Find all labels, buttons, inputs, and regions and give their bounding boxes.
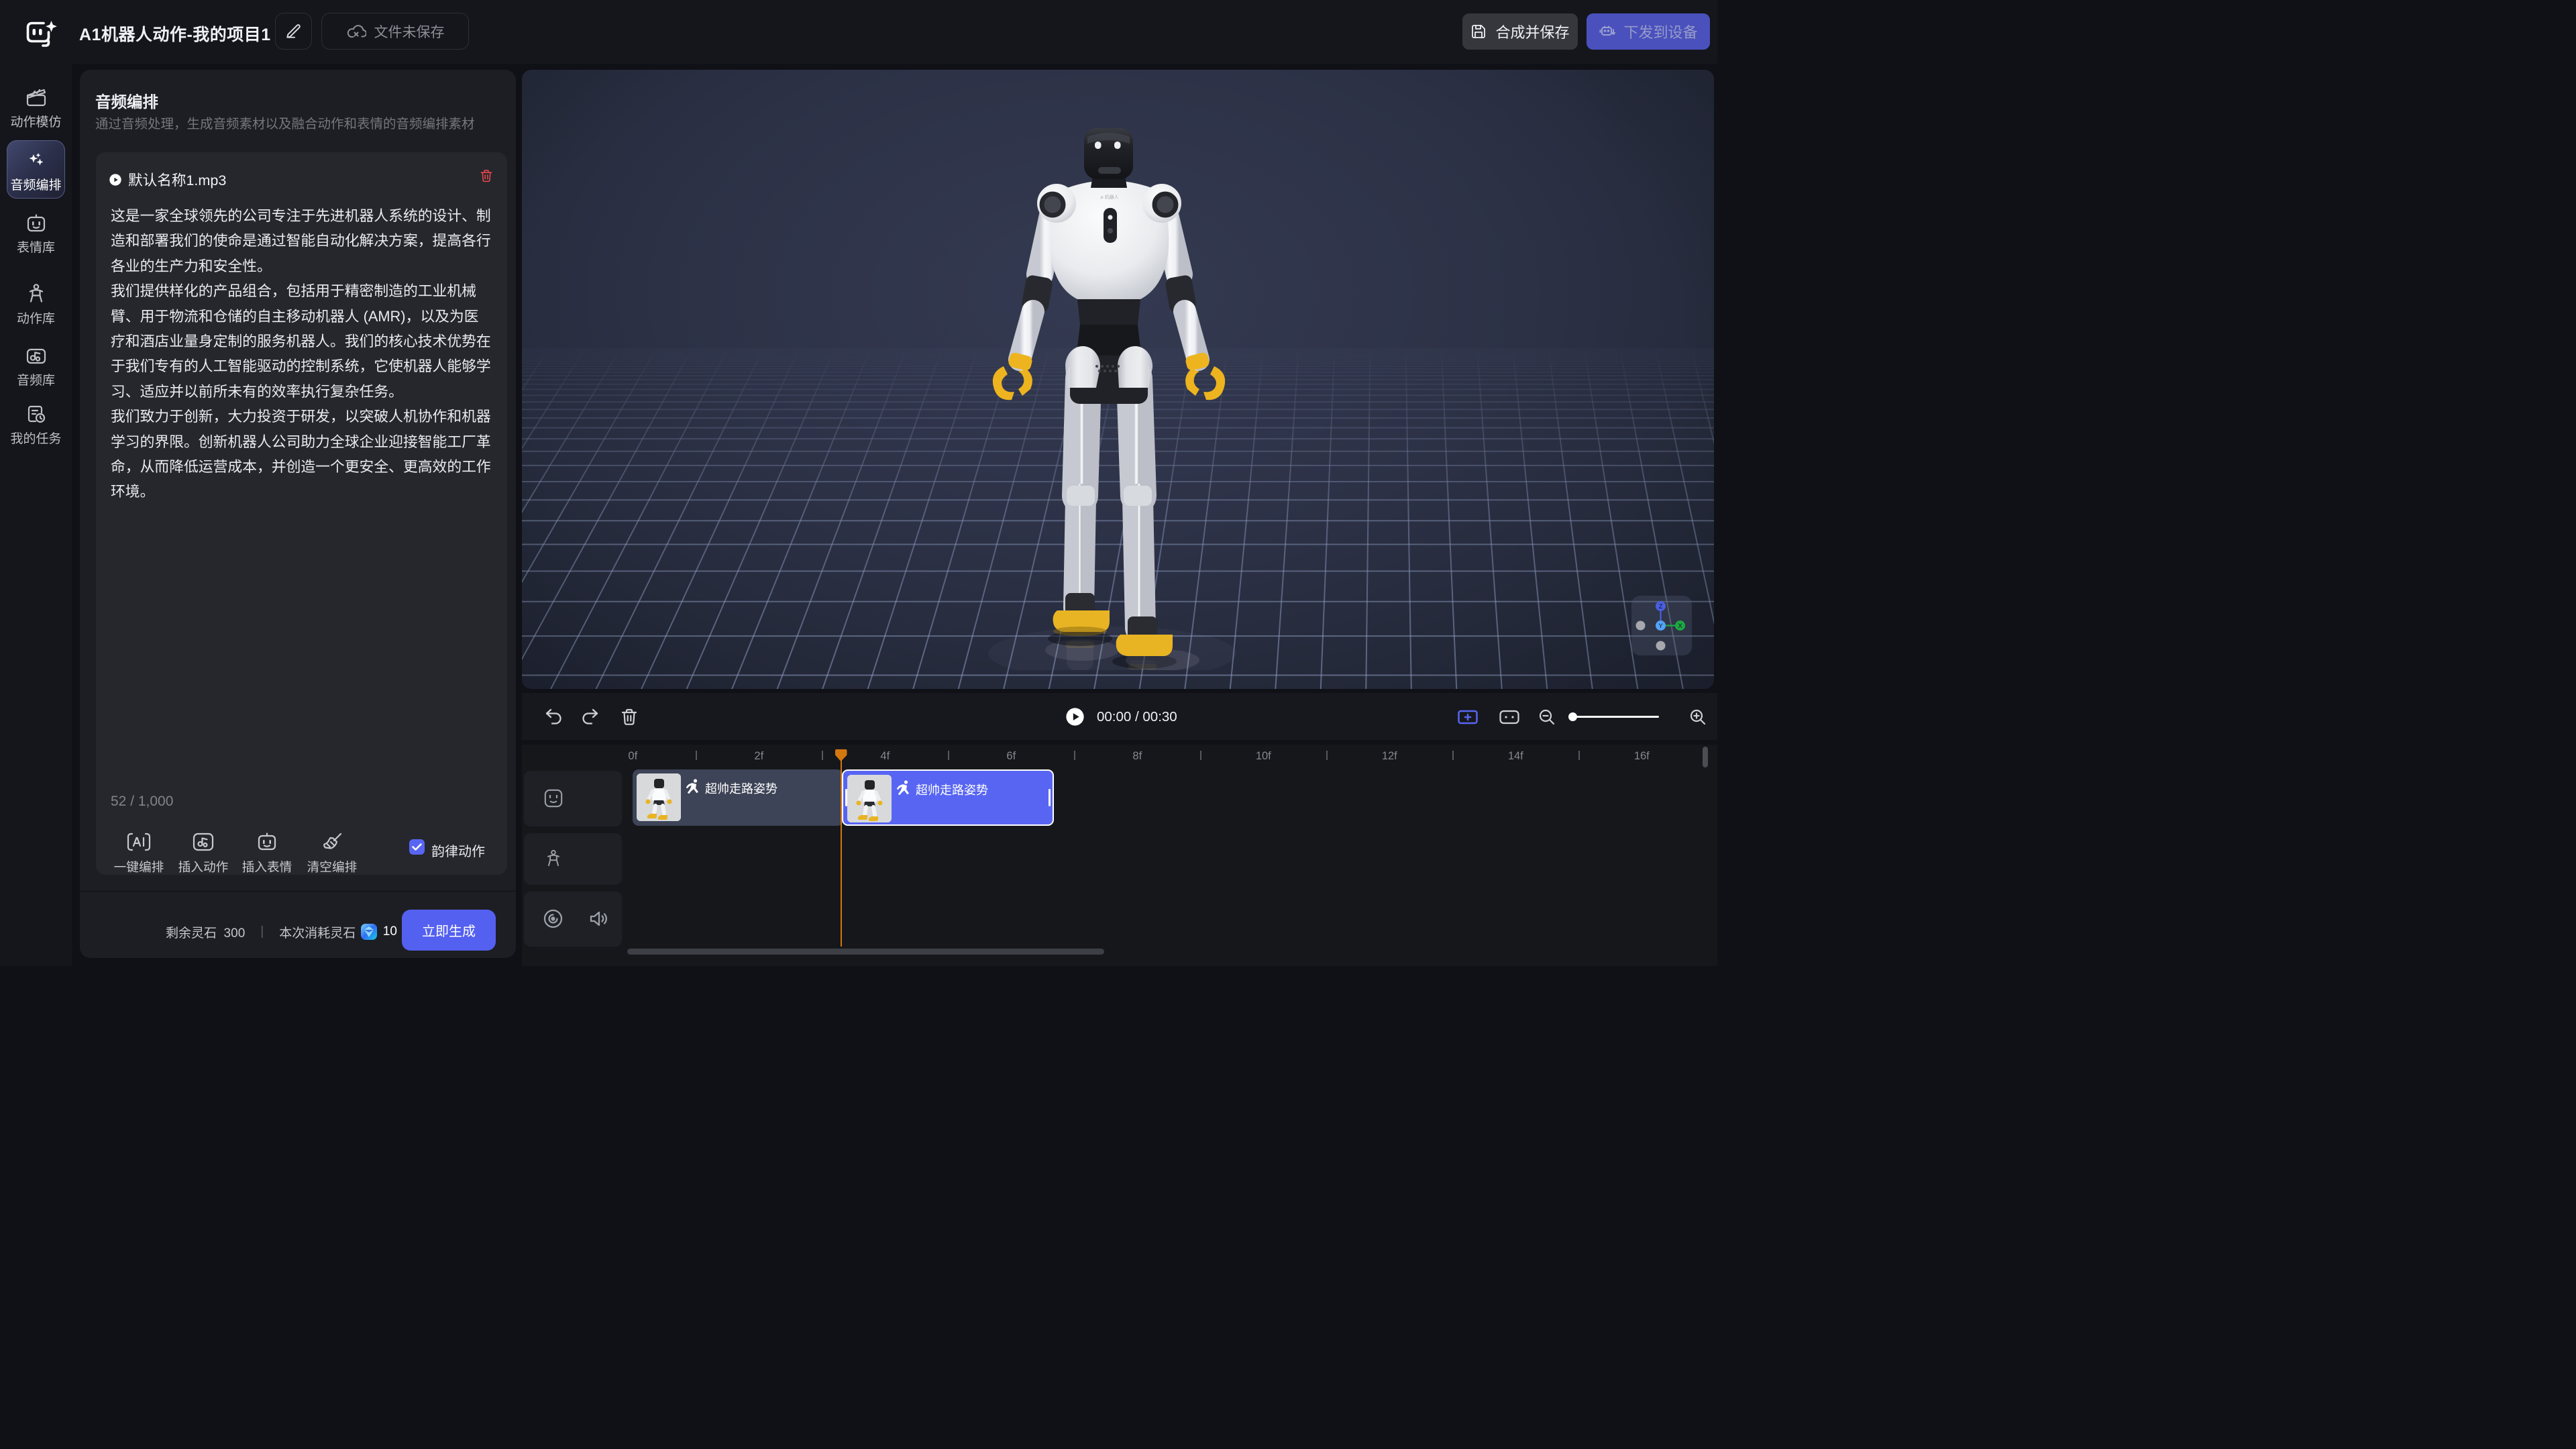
svg-text:Y: Y bbox=[1658, 623, 1663, 630]
svg-text:⌀ 机器人: ⌀ 机器人 bbox=[1100, 194, 1118, 200]
svg-text:X: X bbox=[1678, 623, 1682, 630]
svg-text:Z: Z bbox=[1659, 603, 1663, 610]
